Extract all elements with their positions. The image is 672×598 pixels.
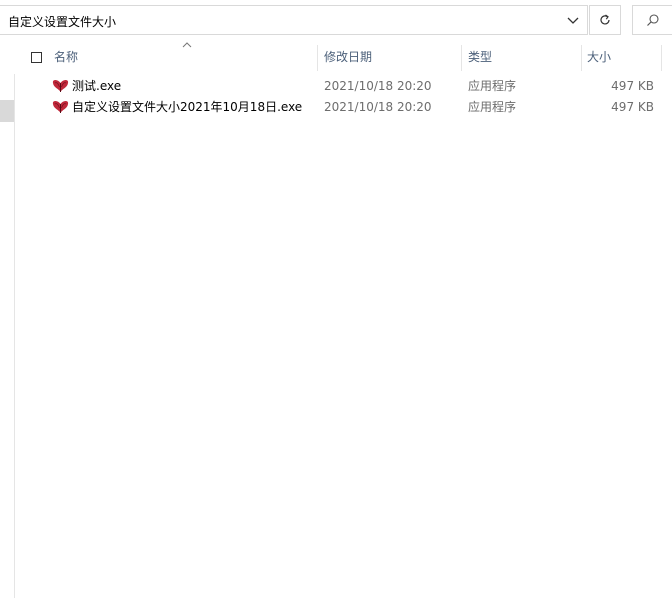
- refresh-icon: [600, 14, 610, 25]
- column-header-name[interactable]: 名称: [54, 45, 78, 73]
- file-size: 497 KB: [611, 79, 654, 93]
- refresh-button[interactable]: [589, 5, 621, 35]
- search-icon: [646, 14, 659, 26]
- file-list: 测试.exe 2021/10/18 20:20 应用程序 497 KB 自定义设…: [14, 76, 672, 118]
- column-divider[interactable]: [317, 45, 318, 71]
- nav-selected-item[interactable]: [0, 100, 14, 122]
- select-all-checkbox[interactable]: [31, 52, 42, 63]
- search-box[interactable]: [632, 5, 672, 35]
- file-date: 2021/10/18 20:20: [324, 100, 432, 114]
- file-explorer-window: 自定义设置文件大小 名称 修改日期 类型 大小 测试.exe 2021/10/1…: [0, 0, 672, 598]
- address-path[interactable]: 自定义设置文件大小: [8, 13, 116, 30]
- file-type: 应用程序: [468, 79, 517, 93]
- column-divider[interactable]: [581, 45, 582, 71]
- column-header-date[interactable]: 修改日期: [324, 45, 372, 73]
- address-bar-row: 自定义设置文件大小: [0, 0, 672, 40]
- file-row[interactable]: 自定义设置文件大小2021年10月18日.exe 2021/10/18 20:2…: [14, 97, 672, 118]
- column-header-row: 名称 修改日期 类型 大小: [14, 40, 672, 74]
- file-date: 2021/10/18 20:20: [324, 79, 432, 93]
- column-divider[interactable]: [461, 45, 462, 71]
- file-name[interactable]: 测试.exe: [72, 76, 121, 97]
- butterfly-exe-icon: [52, 80, 69, 92]
- file-name[interactable]: 自定义设置文件大小2021年10月18日.exe: [72, 97, 302, 118]
- column-header-type[interactable]: 类型: [468, 45, 492, 73]
- address-bar[interactable]: 自定义设置文件大小: [0, 5, 588, 35]
- file-type: 应用程序: [468, 100, 517, 114]
- navigation-pane[interactable]: [0, 40, 15, 598]
- sort-ascending-icon: [182, 42, 192, 48]
- file-size: 497 KB: [611, 100, 654, 114]
- chevron-down-icon[interactable]: [563, 10, 583, 30]
- butterfly-exe-icon: [52, 101, 69, 113]
- column-divider[interactable]: [661, 45, 662, 71]
- file-row[interactable]: 测试.exe 2021/10/18 20:20 应用程序 497 KB: [14, 76, 672, 97]
- column-header-size[interactable]: 大小: [587, 45, 611, 73]
